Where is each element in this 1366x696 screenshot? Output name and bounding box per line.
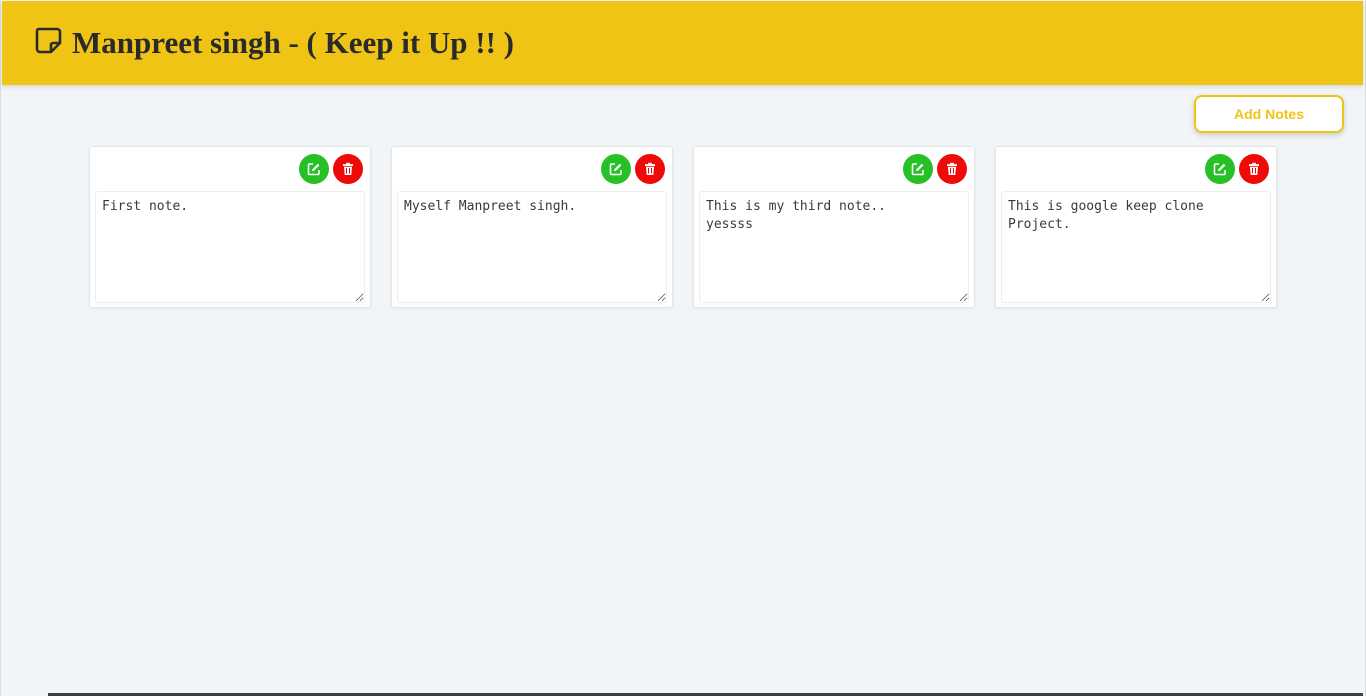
notes-grid: First note. Myself Manpreet singh. This … xyxy=(89,146,1279,308)
note-textarea[interactable]: This is google keep clone Project. xyxy=(1001,191,1271,303)
delete-note-button[interactable] xyxy=(1239,154,1269,184)
note-card: Myself Manpreet singh. xyxy=(391,146,673,308)
note-textarea[interactable]: First note. xyxy=(95,191,365,303)
note-toolbar xyxy=(299,154,363,184)
edit-note-button[interactable] xyxy=(1205,154,1235,184)
delete-note-button[interactable] xyxy=(635,154,665,184)
note-toolbar xyxy=(601,154,665,184)
sticky-note-icon xyxy=(34,26,64,56)
app-header: Manpreet singh - ( Keep it Up !! ) xyxy=(2,1,1363,85)
edit-note-button[interactable] xyxy=(601,154,631,184)
trash-icon xyxy=(643,162,657,176)
app-frame xyxy=(0,0,1366,696)
delete-note-button[interactable] xyxy=(937,154,967,184)
trash-icon xyxy=(1247,162,1261,176)
edit-icon xyxy=(911,162,925,176)
note-toolbar xyxy=(1205,154,1269,184)
trash-icon xyxy=(341,162,355,176)
page-title: Manpreet singh - ( Keep it Up !! ) xyxy=(72,25,514,60)
edit-icon xyxy=(1213,162,1227,176)
edit-icon xyxy=(609,162,623,176)
note-card: This is my third note.. yessss xyxy=(693,146,975,308)
add-notes-button[interactable]: Add Notes xyxy=(1194,95,1344,133)
note-textarea[interactable]: Myself Manpreet singh. xyxy=(397,191,667,303)
delete-note-button[interactable] xyxy=(333,154,363,184)
note-textarea[interactable]: This is my third note.. yessss xyxy=(699,191,969,303)
note-card: First note. xyxy=(89,146,371,308)
edit-note-button[interactable] xyxy=(903,154,933,184)
edit-icon xyxy=(307,162,321,176)
note-toolbar xyxy=(903,154,967,184)
trash-icon xyxy=(945,162,959,176)
note-card: This is google keep clone Project. xyxy=(995,146,1277,308)
edit-note-button[interactable] xyxy=(299,154,329,184)
